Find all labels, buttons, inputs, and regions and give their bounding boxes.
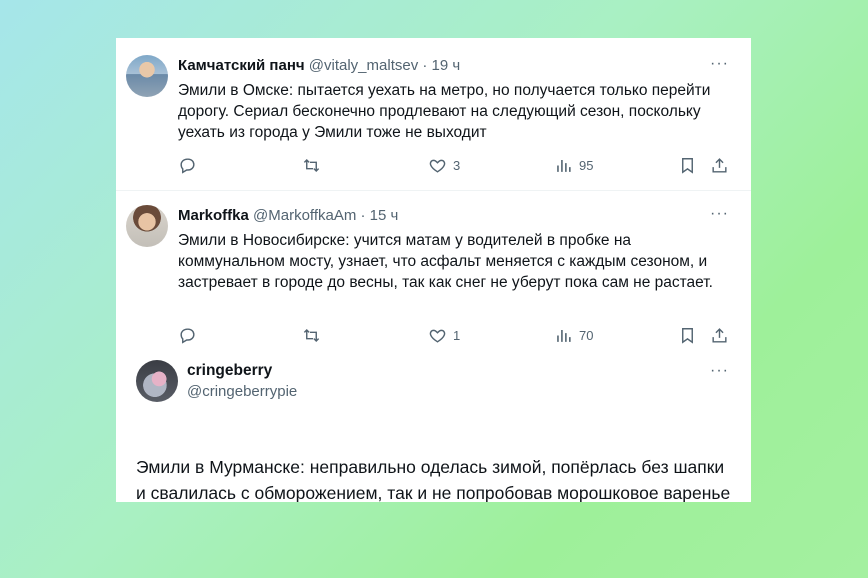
views-button[interactable]: 70 [554, 326, 593, 345]
author-name[interactable]: Камчатский панч [178, 57, 305, 74]
bookmark-icon [682, 158, 693, 174]
share-button[interactable] [710, 326, 729, 345]
action-bar: 3 95 [178, 156, 738, 178]
tweet-text: Эмили в Мурманске: неправильно оделась з… [136, 457, 731, 502]
tweet-3[interactable]: cringeberry @cringeberrypie ··· Эмили в … [116, 350, 751, 502]
tweet-1[interactable]: Камчатский панч @vitaly_maltsev · 19 ч ·… [116, 38, 751, 190]
tweet-text: Эмили в Омске: пытается уехать на метро,… [178, 82, 711, 141]
like-icon [429, 159, 446, 173]
views-icon [557, 159, 571, 172]
retweet-icon [303, 328, 320, 343]
tweet-header: Markoffka @MarkoffkaAm · 15 ч [178, 207, 398, 224]
timestamp[interactable]: · 15 ч [361, 207, 399, 224]
author-handle[interactable]: @MarkoffkaAm [253, 207, 356, 224]
view-count: 95 [579, 158, 594, 173]
reply-button[interactable] [178, 326, 197, 345]
share-icon [712, 328, 727, 343]
action-bar: 1 70 [178, 326, 738, 348]
retweet-button[interactable] [302, 156, 321, 175]
avatar[interactable] [126, 205, 168, 247]
views-icon [557, 329, 571, 342]
retweet-button[interactable] [302, 326, 321, 345]
tweets-card: Камчатский панч @vitaly_maltsev · 19 ч ·… [116, 38, 751, 502]
tweet-2[interactable]: Markoffka @MarkoffkaAm · 15 ч ··· Эмили … [116, 191, 751, 348]
reply-icon [180, 158, 195, 174]
tweet-header: Камчатский панч @vitaly_maltsev · 19 ч [178, 57, 460, 74]
bookmark-button[interactable] [678, 156, 697, 175]
more-icon[interactable]: ··· [710, 362, 729, 380]
author-handle[interactable]: @vitaly_maltsev [309, 57, 418, 74]
like-icon [429, 329, 446, 343]
author-handle[interactable]: @cringeberrypie [187, 383, 297, 400]
tweet-text: Эмили в Новосибирске: учится матам у вод… [178, 232, 713, 291]
retweet-icon [303, 158, 320, 173]
more-icon[interactable]: ··· [710, 205, 729, 223]
author-name[interactable]: Markoffka [178, 207, 249, 224]
avatar[interactable] [126, 55, 168, 97]
bookmark-button[interactable] [678, 326, 697, 345]
reply-icon [180, 328, 195, 344]
like-button[interactable]: 1 [428, 326, 460, 345]
more-icon[interactable]: ··· [710, 55, 729, 73]
author-name[interactable]: cringeberry [187, 362, 272, 380]
timestamp[interactable]: · 19 ч [422, 57, 460, 74]
like-count: 3 [453, 158, 461, 173]
share-icon [712, 158, 727, 173]
bookmark-icon [682, 328, 693, 344]
view-count: 70 [579, 328, 594, 343]
views-button[interactable]: 95 [554, 156, 593, 175]
reply-button[interactable] [178, 156, 197, 175]
share-button[interactable] [710, 156, 729, 175]
like-count: 1 [453, 328, 461, 343]
avatar[interactable] [136, 360, 178, 402]
like-button[interactable]: 3 [428, 156, 460, 175]
